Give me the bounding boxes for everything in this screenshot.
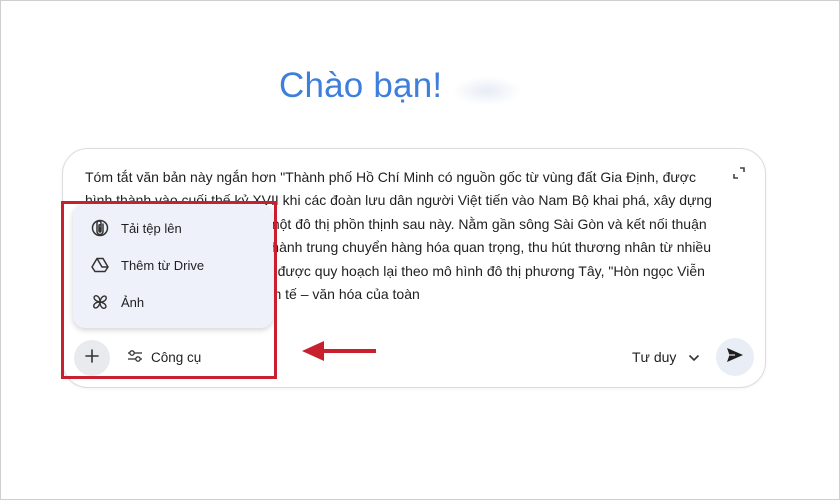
blurred-user-name bbox=[452, 76, 522, 106]
expand-icon[interactable] bbox=[732, 166, 746, 180]
annotation-arrow bbox=[300, 339, 378, 363]
chevron-down-icon bbox=[688, 349, 700, 365]
mode-selector[interactable]: Tư duy bbox=[632, 349, 700, 365]
mode-label: Tư duy bbox=[632, 349, 677, 365]
annotation-highlight-box bbox=[61, 201, 277, 379]
send-button[interactable] bbox=[716, 338, 754, 376]
greeting-title: Chào bạn! bbox=[279, 66, 443, 105]
send-icon bbox=[726, 347, 744, 368]
